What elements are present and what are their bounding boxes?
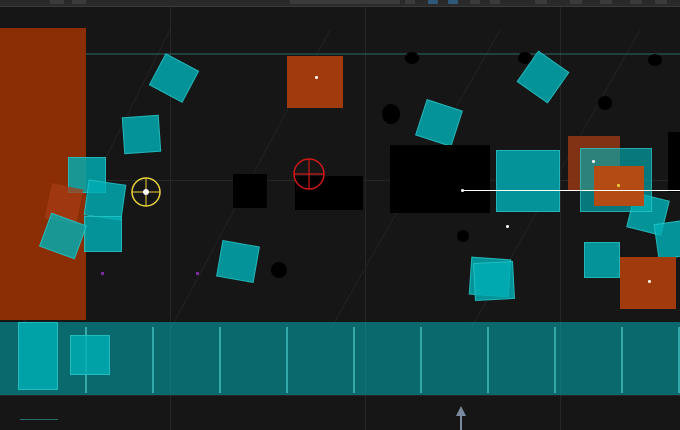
cyan-crate xyxy=(83,179,127,221)
game-viewport[interactable] xyxy=(0,0,680,430)
black-block xyxy=(233,174,267,208)
cyan-crate xyxy=(473,260,515,302)
bottom-guide xyxy=(20,419,58,420)
cyan-crate xyxy=(216,239,260,284)
crate-marker xyxy=(617,184,620,187)
floor-segment xyxy=(556,327,623,393)
black-blob xyxy=(457,230,469,242)
cyan-crate xyxy=(121,114,162,155)
floor-segment xyxy=(221,327,288,393)
cyan-crate-large xyxy=(496,150,560,212)
cyan-crate xyxy=(84,216,122,252)
particle xyxy=(101,272,104,275)
floor-segment xyxy=(623,327,680,393)
black-blob xyxy=(598,96,612,110)
black-blob xyxy=(648,54,662,66)
pickup-marker xyxy=(506,225,509,228)
cyan-crate xyxy=(653,220,680,260)
cyan-crate xyxy=(584,242,620,278)
red-crosshair-icon[interactable] xyxy=(291,157,327,191)
laser-origin xyxy=(461,189,464,192)
floor-segment xyxy=(288,327,355,393)
laser-beam xyxy=(462,190,680,191)
floor-segment xyxy=(154,327,221,393)
black-blob xyxy=(271,262,287,278)
floor-segment xyxy=(489,327,556,393)
floor-segment xyxy=(355,327,422,393)
particle xyxy=(196,272,199,275)
orange-crate xyxy=(287,56,343,108)
crate-marker xyxy=(315,76,318,79)
cyan-block xyxy=(18,322,58,390)
yellow-crosshair-icon[interactable] xyxy=(129,175,165,211)
black-blob xyxy=(405,52,419,64)
black-blob xyxy=(382,104,400,124)
black-block xyxy=(668,132,680,192)
up-arrow-icon xyxy=(456,406,466,430)
black-block-large xyxy=(390,145,490,213)
crate-marker xyxy=(648,280,651,283)
floor-segment xyxy=(422,327,489,393)
black-blob xyxy=(518,52,532,64)
crate-marker xyxy=(592,160,595,163)
cyan-block xyxy=(70,335,110,375)
orange-crate xyxy=(620,257,676,309)
